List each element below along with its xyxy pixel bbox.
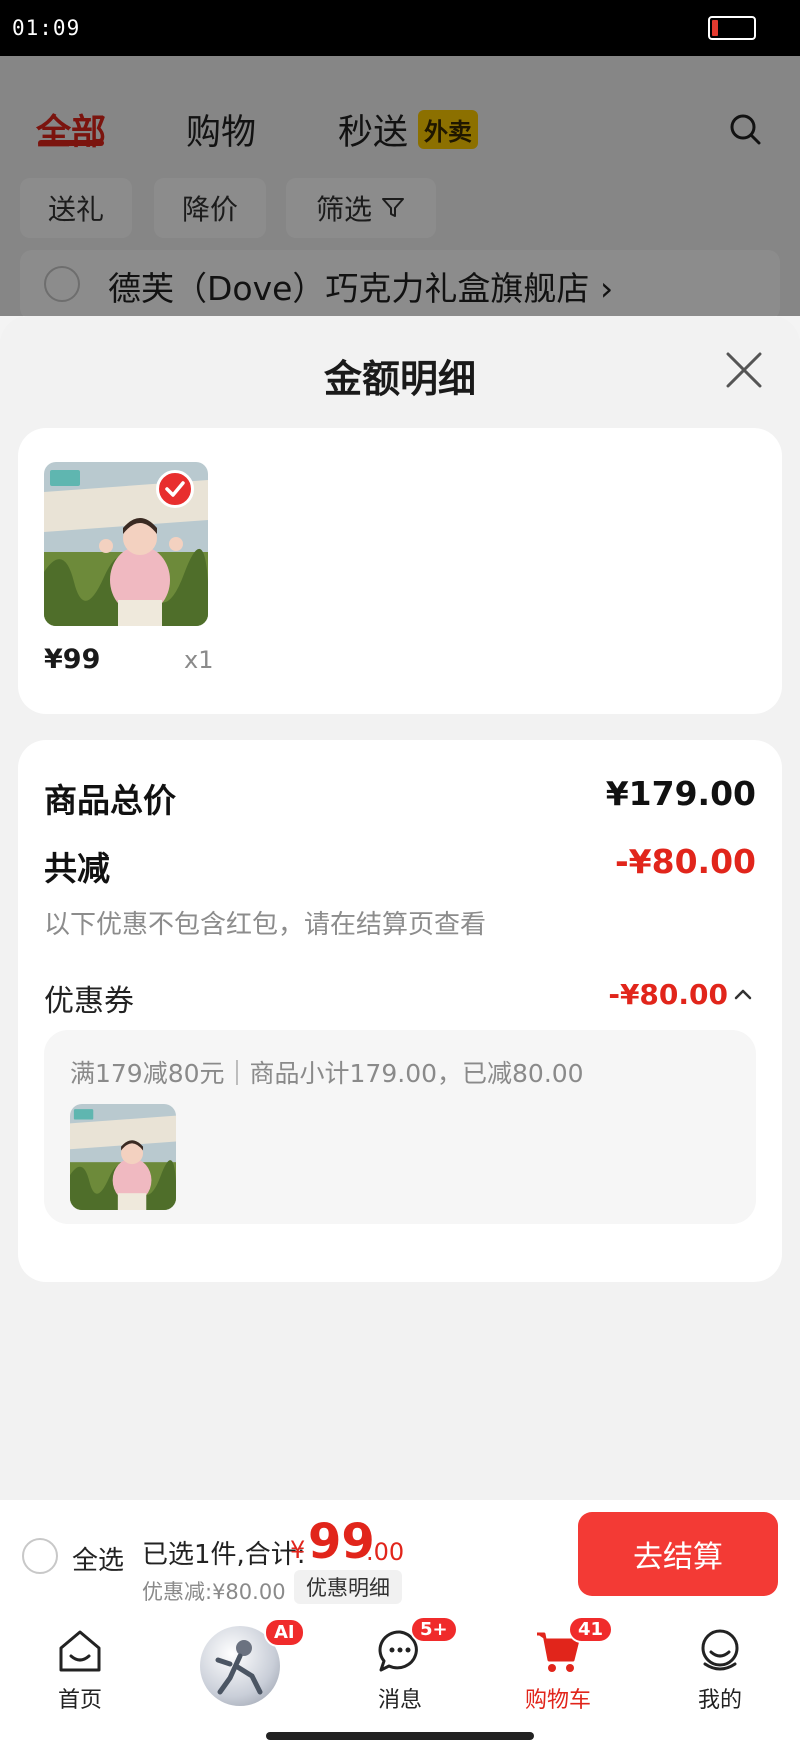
coupon-detail-text: 满179减80元｜商品小计179.00，已减80.00 bbox=[70, 1059, 584, 1088]
checkout-bar: 全选 已选1件,合计: ¥ 99 .00 优惠减:¥80.00 优惠明细 去结算 bbox=[0, 1500, 800, 1612]
home-icon bbox=[59, 1630, 101, 1672]
coupon-label: 优惠券 bbox=[44, 984, 134, 1019]
nav-messages-label: 消息 bbox=[377, 1688, 422, 1713]
checkout-button[interactable]: 去结算 bbox=[578, 1512, 778, 1596]
total-amount-decimal: .00 bbox=[366, 1538, 405, 1566]
status-time: 01:09 bbox=[12, 16, 81, 40]
battery-level bbox=[712, 20, 718, 36]
status-bar: 01:09 bbox=[0, 0, 800, 56]
cart-badge: 41 bbox=[568, 1616, 614, 1643]
coupon-detail-box: 满179减80元｜商品小计179.00，已减80.00 bbox=[44, 1030, 756, 1224]
battery-icon bbox=[708, 16, 756, 40]
coupon-value[interactable]: -¥80.00 bbox=[608, 978, 728, 1011]
reduction-label: 共减 bbox=[44, 849, 110, 888]
nav-mine[interactable]: 我的 bbox=[660, 1612, 780, 1742]
product-quantity: x1 bbox=[184, 646, 214, 674]
discount-detail-button[interactable]: 优惠明细 bbox=[294, 1570, 402, 1604]
discount-text: 优惠减:¥80.00 bbox=[142, 1580, 286, 1604]
price-summary-card: 商品总价 ¥179.00 共减 -¥80.00 以下优惠不包含红包，请在结算页查… bbox=[18, 740, 782, 1282]
modal-overlay[interactable] bbox=[0, 56, 800, 316]
sheet-title: 金额明细 bbox=[323, 357, 476, 401]
selected-count-text: 已选1件,合计: bbox=[142, 1540, 306, 1570]
select-all-label[interactable]: 全选 bbox=[72, 1540, 124, 1577]
reduction-note: 以下优惠不包含红包，请在结算页查看 bbox=[44, 910, 487, 940]
chevron-up-icon[interactable] bbox=[734, 988, 752, 1000]
profile-icon bbox=[701, 1629, 739, 1671]
coupon-product-photo bbox=[70, 1104, 176, 1210]
nav-messages[interactable]: 5+ 消息 bbox=[340, 1612, 460, 1742]
total-amount-integer: 99 bbox=[308, 1514, 375, 1570]
select-all-radio[interactable] bbox=[22, 1538, 58, 1574]
coupon-product-image bbox=[70, 1104, 176, 1210]
ai-badge: AI bbox=[264, 1618, 305, 1647]
nav-home[interactable]: 首页 bbox=[20, 1612, 140, 1742]
reduction-value: -¥80.00 bbox=[614, 842, 756, 881]
total-price-value: ¥179.00 bbox=[605, 774, 756, 813]
nav-cart[interactable]: 41 购物车 bbox=[498, 1612, 618, 1742]
nav-mine-label: 我的 bbox=[697, 1688, 742, 1713]
nav-cart-label: 购物车 bbox=[524, 1688, 591, 1713]
amount-detail-sheet: 金额明细 ¥99 x1 商品总价 ¥179.00 共减 -¥80.00 以下优惠… bbox=[0, 316, 800, 1600]
total-price-label: 商品总价 bbox=[44, 781, 176, 820]
total-currency: ¥ bbox=[290, 1536, 306, 1564]
selected-products-card: ¥99 x1 bbox=[18, 428, 782, 714]
selected-check-icon bbox=[156, 470, 194, 508]
messages-badge: 5+ bbox=[410, 1616, 458, 1643]
nav-home-label: 首页 bbox=[57, 1688, 102, 1713]
product-price: ¥99 bbox=[44, 644, 101, 675]
close-icon[interactable] bbox=[724, 350, 764, 390]
home-indicator bbox=[266, 1732, 534, 1740]
